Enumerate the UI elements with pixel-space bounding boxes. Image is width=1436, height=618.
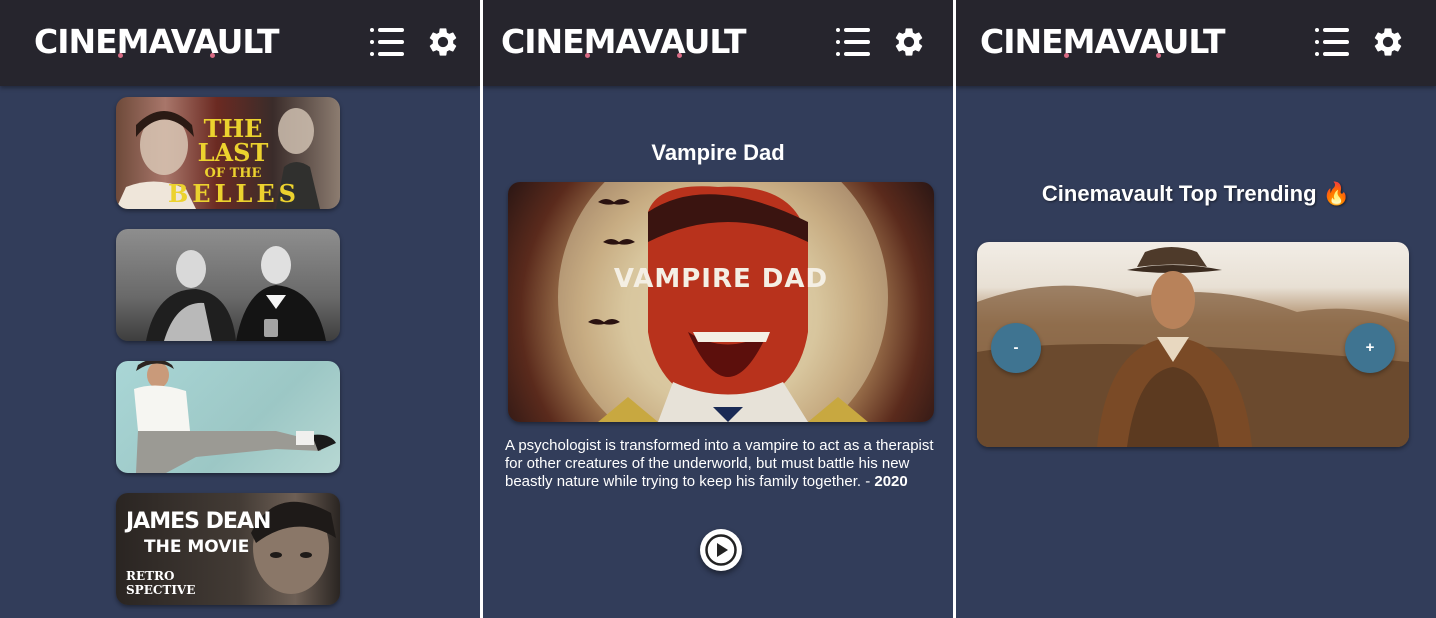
movie-poster[interactable] [116,361,340,473]
movie-poster[interactable]: JAMES DEAN THE MOVIE RETRO SPECTIVE [116,493,340,605]
list-icon[interactable] [1315,26,1349,58]
movie-poster[interactable]: VAMPIRE DAD [508,182,934,422]
movie-detail-screen: CINEMAVAULT Vampire Dad VAMPIRE DAD A ps… [483,0,953,618]
poster-artwork [558,182,888,422]
gear-icon[interactable] [1371,25,1405,59]
fire-icon: 🔥 [1322,181,1351,206]
poster-artwork [134,361,336,473]
poster-title-text: VAMPIRE DAD [613,264,829,294]
movie-title: Vampire Dad [651,140,785,165]
cinemavault-logo[interactable]: CINEMAVAULT [980,22,1225,62]
movie-poster[interactable]: THE LAST OF THE BELLES [116,97,340,209]
release-year: 2020 [874,473,908,490]
cinemavault-logo[interactable]: CINEMAVAULT [501,22,746,62]
movie-poster[interactable] [116,229,340,341]
top-bar: CINEMAVAULT [483,0,953,86]
gear-icon[interactable] [892,25,926,59]
next-button[interactable]: + [1345,323,1395,373]
poster-artwork [146,246,326,341]
play-button[interactable] [700,529,742,571]
catalog-screen: CINEMAVAULT THE LAST OF THE BELLES JAMES… [0,0,480,618]
play-icon [705,534,737,566]
list-icon[interactable] [836,26,870,58]
list-icon[interactable] [370,26,404,58]
movie-description: A psychologist is transformed into a vam… [505,437,934,490]
trending-screen: CINEMAVAULT Cinemavault Top Trending 🔥 -… [956,0,1436,618]
top-bar: CINEMAVAULT [956,0,1436,86]
gear-icon[interactable] [426,25,460,59]
trending-heading: Cinemavault Top Trending 🔥 [1041,181,1351,206]
top-bar: CINEMAVAULT [0,0,480,86]
movie-poster[interactable]: - + [977,242,1409,447]
prev-button[interactable]: - [991,323,1041,373]
cinemavault-logo[interactable]: CINEMAVAULT [34,22,279,62]
